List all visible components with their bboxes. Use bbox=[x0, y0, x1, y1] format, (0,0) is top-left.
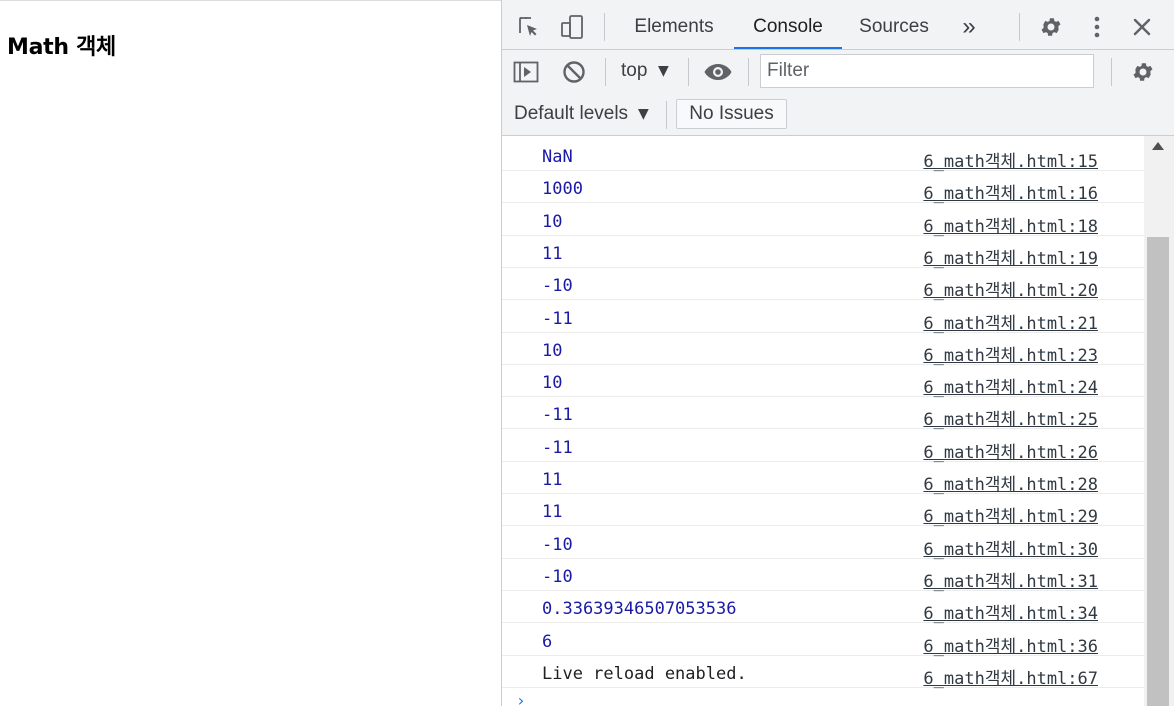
show-sidebar-icon[interactable] bbox=[512, 58, 540, 86]
tab-console[interactable]: Console bbox=[736, 5, 840, 49]
source-link[interactable]: 6_math객체.html:21 bbox=[923, 309, 1098, 334]
tabbar-divider bbox=[1019, 13, 1020, 41]
console-row: -10 6_math객체.html:20 bbox=[502, 268, 1144, 301]
source-link[interactable]: 6_math객체.html:31 bbox=[923, 567, 1098, 592]
tabbar-divider bbox=[604, 13, 605, 41]
toolbar-divider bbox=[605, 58, 606, 86]
console-message: NaN bbox=[542, 147, 573, 167]
console-message: -11 bbox=[542, 437, 573, 458]
clear-console-icon[interactable] bbox=[560, 58, 588, 86]
console-row: Live reload enabled. 6_math객체.html:67 bbox=[502, 656, 1144, 689]
more-options-kebab-icon[interactable] bbox=[1086, 13, 1108, 41]
console-toolbar: top ▼ bbox=[502, 50, 1174, 95]
source-link[interactable]: 6_math객체.html:36 bbox=[923, 632, 1098, 657]
page-title: Math 객체 bbox=[7, 35, 116, 60]
more-tabs-button[interactable]: » bbox=[954, 5, 984, 49]
console-row: 11 6_math객체.html:29 bbox=[502, 494, 1144, 527]
scroll-thumb[interactable] bbox=[1147, 237, 1169, 706]
console-row: 11 6_math객체.html:19 bbox=[502, 236, 1144, 269]
source-link[interactable]: 6_math객체.html:18 bbox=[923, 212, 1098, 237]
console-message: 11 bbox=[542, 470, 563, 490]
source-link[interactable]: 6_math객체.html:23 bbox=[923, 341, 1098, 366]
console-message: -10 bbox=[542, 566, 573, 587]
console-message: 6 bbox=[542, 631, 553, 652]
source-link[interactable]: 6_math객체.html:29 bbox=[923, 502, 1098, 527]
console-row: 6 6_math객체.html:36 bbox=[502, 624, 1144, 657]
console-row: 10 6_math객체.html:18 bbox=[502, 204, 1144, 237]
console-toolbar-secondary: Default levels ▼ No Issues bbox=[502, 95, 1174, 136]
console-message: Live reload enabled. bbox=[542, 663, 747, 684]
log-levels-dropdown[interactable]: Default levels bbox=[514, 103, 628, 125]
console-message: 1000 bbox=[542, 179, 583, 200]
active-tab-indicator bbox=[734, 47, 842, 49]
console-row: -11 6_math객체.html:25 bbox=[502, 397, 1144, 430]
console-message: 11 bbox=[542, 502, 563, 523]
devtools-panel: Elements Console Sources » top ▼ Filter … bbox=[501, 0, 1174, 706]
page-viewport: Math 객체 bbox=[0, 0, 501, 706]
console-row: 0.33639346507053536 6_math객체.html:34 bbox=[502, 591, 1144, 624]
source-link[interactable]: 6_math객체.html:16 bbox=[923, 179, 1098, 204]
console-message: 11 bbox=[542, 243, 563, 264]
toolbar-divider bbox=[666, 101, 667, 129]
tab-elements[interactable]: Elements bbox=[624, 5, 724, 49]
live-expression-eye-icon[interactable] bbox=[702, 58, 734, 86]
console-prompt[interactable]: › bbox=[516, 691, 526, 706]
console-message: -10 bbox=[542, 276, 573, 297]
console-message: 10 bbox=[542, 211, 563, 232]
devtools-tabbar: Elements Console Sources » bbox=[502, 5, 1174, 50]
console-message: -10 bbox=[542, 534, 573, 555]
scroll-up-arrow-icon[interactable] bbox=[1152, 142, 1164, 150]
source-link[interactable]: 6_math객체.html:28 bbox=[923, 470, 1098, 495]
console-message: 0.33639346507053536 bbox=[542, 599, 737, 620]
source-link[interactable]: 6_math객체.html:26 bbox=[923, 438, 1098, 463]
tab-sources[interactable]: Sources bbox=[852, 5, 936, 49]
source-link[interactable]: 6_math객체.html:20 bbox=[923, 276, 1098, 301]
toolbar-divider bbox=[748, 58, 749, 86]
source-link[interactable]: 6_math객체.html:15 bbox=[923, 147, 1098, 172]
chevron-down-icon: ▼ bbox=[638, 106, 649, 122]
issues-button[interactable]: No Issues bbox=[676, 99, 787, 129]
source-link[interactable]: 6_math객체.html:30 bbox=[923, 535, 1098, 560]
source-link[interactable]: 6_math객체.html:19 bbox=[923, 244, 1098, 269]
source-link[interactable]: 6_math객체.html:25 bbox=[923, 405, 1098, 430]
console-row: -10 6_math객체.html:31 bbox=[502, 559, 1144, 592]
filter-input[interactable] bbox=[760, 54, 1094, 88]
console-message: -11 bbox=[542, 308, 573, 329]
inspect-element-icon[interactable] bbox=[514, 13, 544, 41]
console-row: 10 6_math객체.html:24 bbox=[502, 365, 1144, 398]
console-message: -11 bbox=[542, 405, 573, 426]
console-row: -11 6_math객체.html:26 bbox=[502, 430, 1144, 463]
source-link[interactable]: 6_math객체.html:24 bbox=[923, 373, 1098, 398]
console-row: 10 6_math객체.html:23 bbox=[502, 333, 1144, 366]
console-message: 10 bbox=[542, 340, 563, 361]
console-row: 1000 6_math객체.html:16 bbox=[502, 171, 1144, 204]
console-row: 11 6_math객체.html:28 bbox=[502, 462, 1144, 495]
console-scrollbar[interactable] bbox=[1144, 136, 1174, 706]
console-row: NaN 6_math객체.html:15 bbox=[502, 139, 1144, 172]
toolbar-divider bbox=[688, 58, 689, 86]
settings-gear-icon[interactable] bbox=[1036, 13, 1066, 41]
toolbar-divider bbox=[1111, 58, 1112, 86]
chevron-down-icon: ▼ bbox=[658, 63, 669, 79]
console-settings-gear-icon[interactable] bbox=[1128, 58, 1158, 86]
console-message: 10 bbox=[542, 373, 563, 394]
console-messages: NaN 6_math객체.html:15 1000 6_math객체.html:16 1… bbox=[502, 136, 1144, 706]
context-selector[interactable]: top bbox=[621, 60, 647, 82]
source-link[interactable]: 6_math객체.html:34 bbox=[923, 599, 1098, 624]
close-icon[interactable] bbox=[1128, 13, 1156, 41]
source-link[interactable]: 6_math객체.html:67 bbox=[923, 664, 1098, 689]
console-row: -10 6_math객체.html:30 bbox=[502, 527, 1144, 560]
console-row: -11 6_math객체.html:21 bbox=[502, 301, 1144, 334]
device-toolbar-icon[interactable] bbox=[557, 13, 587, 41]
